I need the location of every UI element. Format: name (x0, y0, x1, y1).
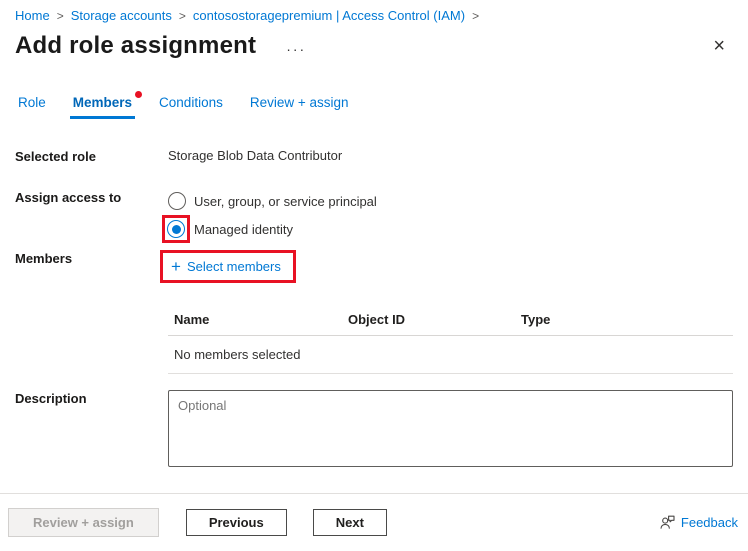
more-options-icon[interactable]: ··· (286, 42, 306, 56)
review-assign-button[interactable]: Review + assign (8, 508, 159, 537)
breadcrumb-separator: > (178, 8, 186, 23)
breadcrumb-separator: > (56, 8, 64, 23)
footer-bar: Review + assign Previous Next Feedback (0, 493, 748, 551)
close-icon[interactable]: × (713, 36, 725, 56)
selected-role-value: Storage Blob Data Contributor (168, 148, 343, 163)
column-header-type: Type (521, 312, 551, 327)
previous-button[interactable]: Previous (185, 509, 287, 536)
radio-option-label: User, group, or service principal (194, 193, 377, 209)
tab-review-assign[interactable]: Review + assign (247, 95, 352, 119)
radio-unselected-icon[interactable] (168, 192, 186, 210)
tab-members-label: Members (72, 95, 133, 110)
description-label: Description (15, 391, 87, 406)
description-row: Description (0, 390, 748, 467)
breadcrumb-home-link[interactable]: Home (15, 8, 50, 23)
members-table-header: Name Object ID Type (168, 304, 733, 336)
feedback-label: Feedback (680, 515, 738, 530)
tab-members[interactable]: Members (69, 91, 143, 119)
next-button[interactable]: Next (312, 509, 387, 536)
tab-conditions[interactable]: Conditions (156, 95, 226, 119)
breadcrumb: Home > Storage accounts > contosostorage… (0, 0, 748, 23)
red-highlight-box (162, 215, 190, 243)
radio-option-managed-identity[interactable]: Managed identity (162, 215, 377, 243)
assign-access-radio-group: User, group, or service principal Manage… (162, 189, 377, 243)
radio-selected-icon[interactable] (167, 220, 185, 238)
members-label: Members (15, 251, 73, 266)
members-table: Name Object ID Type No members selected (168, 304, 733, 374)
tab-role[interactable]: Role (15, 95, 49, 119)
column-header-name: Name (174, 312, 210, 327)
add-role-assignment-panel: Home > Storage accounts > contosostorage… (0, 0, 748, 551)
assign-access-row: Assign access to User, group, or service… (0, 189, 748, 243)
members-row: Members + Select members (0, 250, 748, 283)
radio-option-label: Managed identity (194, 221, 294, 237)
column-header-object-id: Object ID (348, 312, 406, 327)
select-members-link[interactable]: Select members (187, 259, 281, 274)
feedback-person-icon (659, 514, 676, 531)
members-table-empty-row: No members selected (168, 336, 733, 374)
selected-role-label: Selected role (15, 149, 96, 164)
red-highlight-box: + Select members (160, 250, 296, 283)
page-header: Add role assignment ··· × (15, 32, 733, 60)
page-title: Add role assignment (15, 32, 257, 59)
unsaved-changes-dot-icon (135, 91, 143, 98)
tab-strip: Role Members Conditions Review + assign (0, 91, 748, 119)
breadcrumb-storage-iam-link[interactable]: contosostoragepremium | Access Control (… (193, 8, 465, 23)
breadcrumb-storage-accounts-link[interactable]: Storage accounts (71, 8, 172, 23)
radio-option-user-group[interactable]: User, group, or service principal (168, 189, 377, 213)
selected-role-row: Selected role Storage Blob Data Contribu… (0, 148, 748, 164)
feedback-link[interactable]: Feedback (659, 514, 738, 531)
assign-access-label: Assign access to (15, 190, 122, 205)
plus-icon: + (171, 257, 181, 276)
breadcrumb-separator: > (472, 8, 480, 23)
description-input[interactable] (168, 390, 733, 467)
empty-state-text: No members selected (174, 347, 301, 362)
